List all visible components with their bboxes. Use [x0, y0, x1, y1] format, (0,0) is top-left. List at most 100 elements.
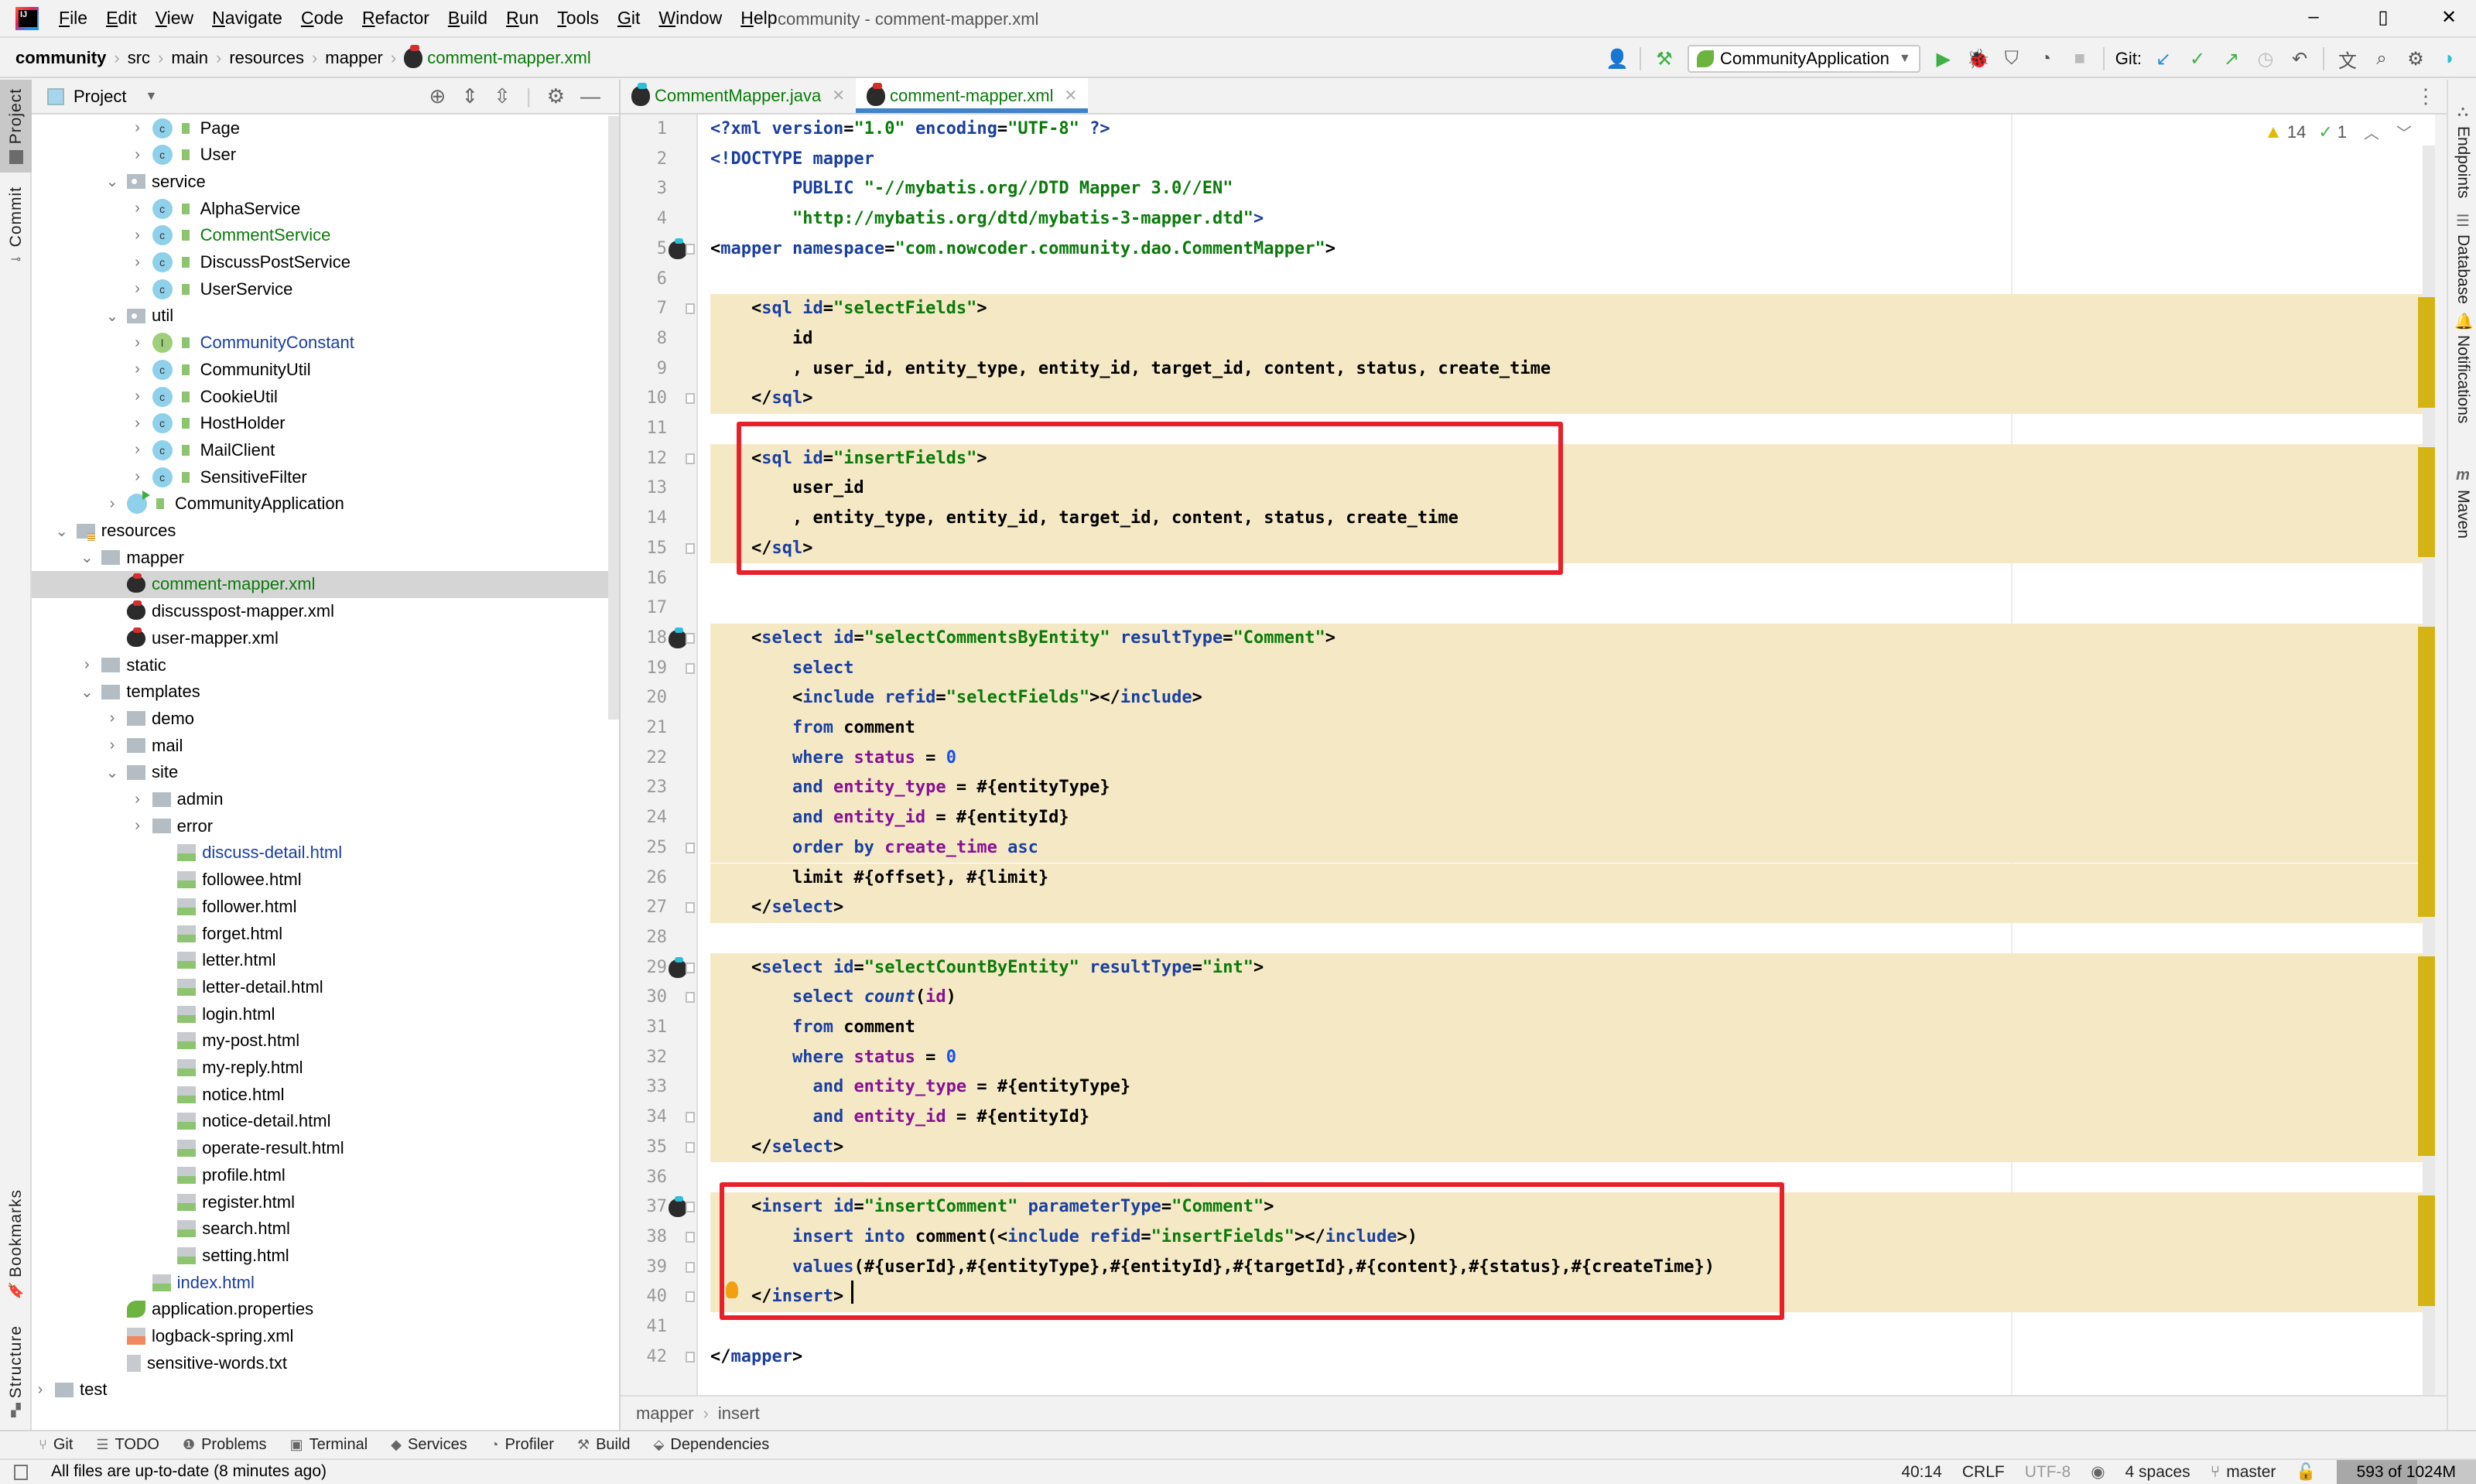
- line-number[interactable]: 35: [621, 1133, 668, 1163]
- menu-view[interactable]: View: [156, 8, 193, 29]
- memory-indicator[interactable]: 593 of 1024M: [2336, 1460, 2476, 1484]
- user-icon[interactable]: 👤: [1606, 48, 1629, 70]
- tree-item[interactable]: › c CookieUtil: [32, 383, 619, 410]
- read-only-lock-icon[interactable]: 🔓: [2296, 1463, 2316, 1482]
- tree-item[interactable]: › admin: [32, 786, 619, 813]
- chevron-right-icon[interactable]: ›: [129, 441, 146, 459]
- line-number[interactable]: 27: [621, 893, 668, 923]
- settings-gear-icon[interactable]: ⚙: [2405, 48, 2426, 70]
- line-number[interactable]: 40: [621, 1282, 668, 1312]
- line-number[interactable]: 20: [621, 683, 668, 713]
- menu-refactor[interactable]: Refactor: [362, 8, 429, 29]
- tool-tab-database[interactable]: ☰ Database: [2448, 211, 2476, 304]
- code-line[interactable]: 8 id: [621, 323, 2435, 354]
- tree-item[interactable]: › c MailClient: [32, 436, 619, 463]
- editor-scrollbar[interactable]: [2418, 145, 2435, 1395]
- breadcrumb-item[interactable]: resources: [229, 48, 304, 68]
- code-line[interactable]: 19 select: [621, 653, 2435, 684]
- fold-marker-icon[interactable]: [686, 542, 695, 554]
- chevron-right-icon[interactable]: ›: [129, 415, 146, 433]
- tree-item[interactable]: › c CommentService: [32, 222, 619, 249]
- code-line[interactable]: 23 and entity_type = #{entityType}: [621, 773, 2435, 804]
- tool-tab-bookmarks[interactable]: Bookmarks 🔖: [0, 1186, 32, 1302]
- tool-window-terminal[interactable]: ▣ Terminal: [290, 1436, 368, 1454]
- line-number[interactable]: 41: [621, 1312, 668, 1342]
- mybatis-navigate-icon[interactable]: [669, 1196, 687, 1218]
- line-number[interactable]: 15: [621, 534, 668, 564]
- chevron-right-icon[interactable]: ›: [129, 280, 146, 298]
- project-view-selector[interactable]: Project: [74, 87, 126, 107]
- menu-help[interactable]: Help: [740, 8, 777, 29]
- menu-navigate[interactable]: Navigate: [212, 8, 282, 29]
- file-encoding[interactable]: UTF-8: [2025, 1463, 2071, 1482]
- tool-tab-endpoints[interactable]: ⛬ Endpoints: [2448, 103, 2476, 198]
- tree-item[interactable]: login.html: [32, 1000, 619, 1028]
- locate-file-icon[interactable]: ⊕: [429, 84, 446, 108]
- code-line[interactable]: 7 <sql id="selectFields">: [621, 294, 2435, 324]
- translate-icon[interactable]: 文: [2337, 46, 2358, 73]
- tool-window-build[interactable]: ⚒ Build: [577, 1436, 631, 1454]
- project-scrollbar[interactable]: [608, 116, 619, 720]
- chevron-right-icon[interactable]: ›: [78, 656, 95, 674]
- code-line[interactable]: 15 </sql>: [621, 533, 2435, 564]
- line-number[interactable]: 7: [621, 294, 667, 324]
- chevron-right-icon[interactable]: ›: [129, 334, 146, 352]
- code-line[interactable]: 11: [621, 414, 2435, 444]
- scrollbar-highlight-marker[interactable]: [2418, 626, 2435, 917]
- line-number[interactable]: 37: [621, 1192, 668, 1222]
- tree-item[interactable]: › I CommunityConstant: [32, 330, 619, 357]
- line-number[interactable]: 21: [621, 713, 668, 744]
- line-number[interactable]: 13: [621, 474, 668, 504]
- line-number[interactable]: 1: [621, 115, 667, 145]
- code-line[interactable]: 14 , entity_type, entity_id, target_id, …: [621, 504, 2435, 534]
- line-number[interactable]: 31: [621, 1013, 668, 1043]
- expand-all-icon[interactable]: ⇕: [461, 84, 478, 108]
- line-number[interactable]: 32: [621, 1043, 668, 1073]
- tree-item[interactable]: followee.html: [32, 867, 619, 894]
- inspection-widget[interactable]: ▲ 14 ✓ 1 ︿ ﹀: [2264, 121, 2412, 143]
- line-number[interactable]: 42: [621, 1342, 668, 1373]
- chevron-right-icon[interactable]: ›: [129, 817, 146, 835]
- menu-edit[interactable]: Edit: [106, 8, 137, 29]
- tree-item[interactable]: index.html: [32, 1269, 619, 1296]
- profile-icon[interactable]: ◔: [2035, 48, 2057, 70]
- code-line[interactable]: 40 </insert>: [621, 1282, 2435, 1312]
- code-line[interactable]: 1 <?xml version="1.0" encoding="UTF-8" ?>: [621, 115, 2435, 145]
- code-line[interactable]: 24 and entity_id = #{entityId}: [621, 803, 2435, 833]
- code-line[interactable]: 42 </mapper>: [621, 1342, 2435, 1373]
- close-window-button[interactable]: ✕: [2433, 6, 2464, 29]
- mybatis-navigate-icon[interactable]: [669, 627, 687, 648]
- chevron-down-icon[interactable]: ⌄: [78, 682, 95, 702]
- menu-code[interactable]: Code: [301, 8, 344, 29]
- minimize-button[interactable]: –: [2298, 6, 2329, 28]
- fold-marker-icon[interactable]: [686, 393, 695, 405]
- code-line[interactable]: 3 PUBLIC "-//mybatis.org//DTD Mapper 3.0…: [621, 174, 2435, 204]
- tree-item[interactable]: operate-result.html: [32, 1135, 619, 1162]
- line-number[interactable]: 14: [621, 504, 668, 534]
- tree-item[interactable]: follower.html: [32, 893, 619, 920]
- line-number[interactable]: 39: [621, 1253, 668, 1283]
- line-number[interactable]: 34: [621, 1103, 668, 1133]
- coverage-icon[interactable]: ⛉: [2001, 48, 2023, 70]
- more-tabs-icon[interactable]: ⋮: [2416, 84, 2436, 108]
- code-line[interactable]: 30 select count(id): [621, 983, 2435, 1013]
- fold-marker-icon[interactable]: [686, 453, 695, 464]
- line-number[interactable]: 9: [621, 354, 667, 385]
- line-number[interactable]: 24: [621, 803, 668, 833]
- fold-marker-icon[interactable]: [686, 1202, 695, 1213]
- indent-setting[interactable]: 4 spaces: [2125, 1463, 2190, 1482]
- code-line[interactable]: 18 <select id="selectCommentsByEntity" r…: [621, 623, 2435, 654]
- tree-item[interactable]: › demo: [32, 705, 619, 732]
- code-line[interactable]: 27 </select>: [621, 893, 2435, 923]
- code-line[interactable]: 41: [621, 1312, 2435, 1342]
- scrollbar-highlight-marker[interactable]: [2418, 956, 2435, 1157]
- close-tab-icon[interactable]: ✕: [1065, 86, 1078, 105]
- chevron-right-icon[interactable]: ›: [129, 361, 146, 378]
- tree-item[interactable]: forget.html: [32, 920, 619, 947]
- chevron-right-icon[interactable]: ›: [104, 495, 121, 513]
- build-hammer-icon[interactable]: ⚒: [1654, 48, 1675, 70]
- code-editor[interactable]: 1 <?xml version="1.0" encoding="UTF-8" ?>…: [621, 115, 2435, 1395]
- collapse-all-icon[interactable]: ⇳: [494, 84, 511, 108]
- chevron-right-icon[interactable]: ›: [129, 791, 146, 809]
- line-number[interactable]: 12: [621, 444, 668, 474]
